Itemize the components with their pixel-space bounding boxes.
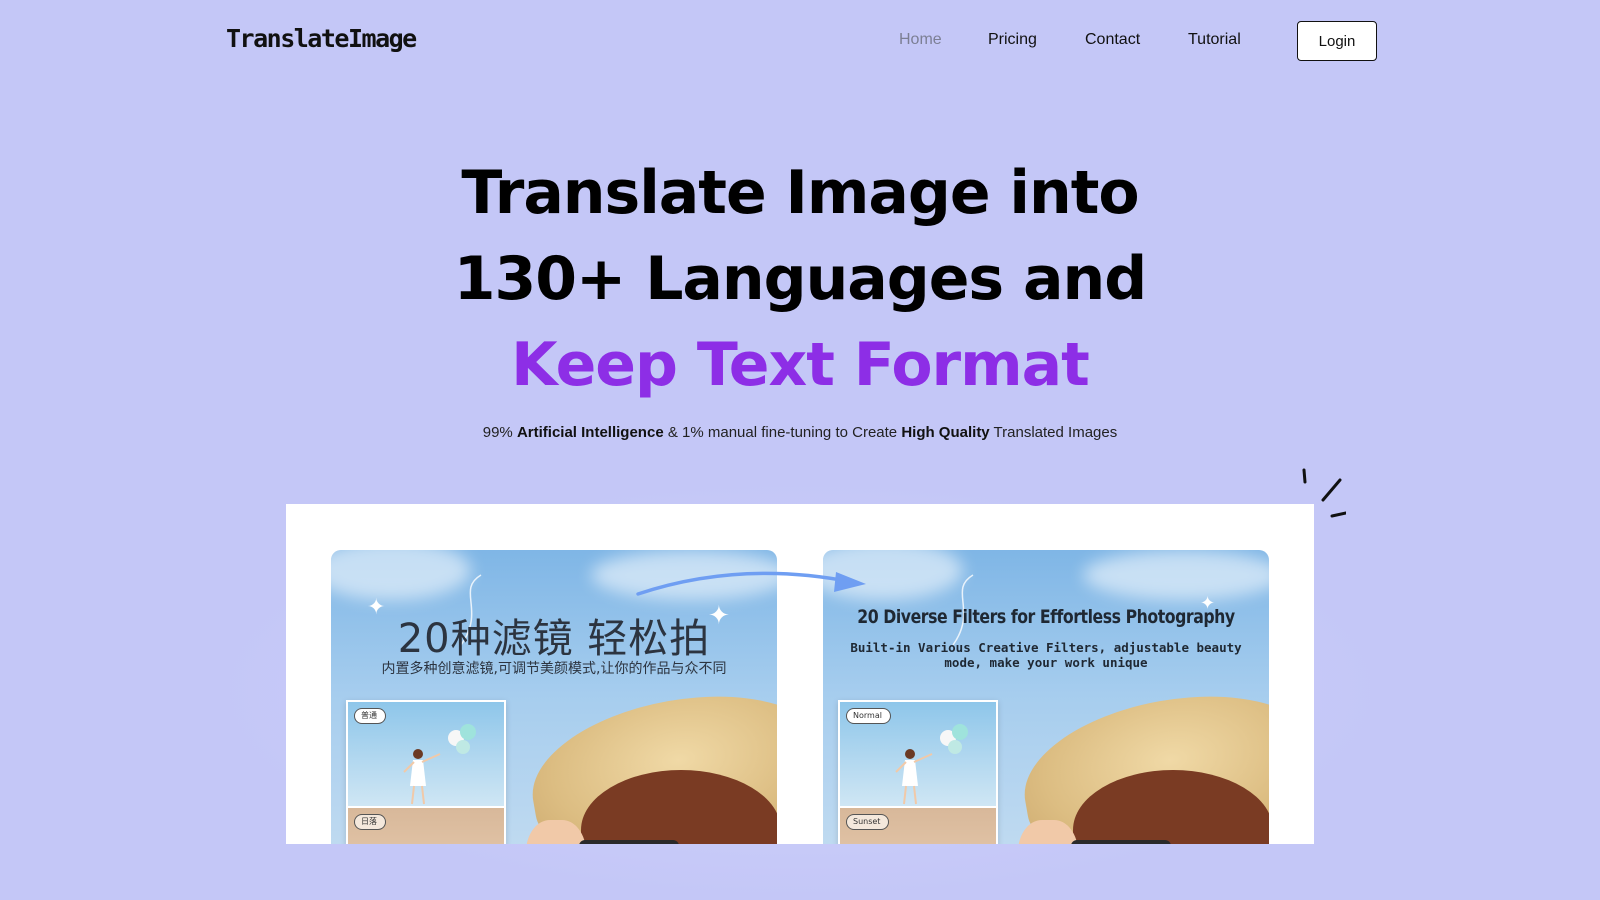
filter-tag-sunset: 日落 — [354, 814, 386, 830]
translated-image-panel: ✦ 20 Diverse Filters for Effortless Phot… — [823, 550, 1269, 844]
filter-tag-normal: 普通 — [354, 708, 386, 724]
filter-tag-sunset: Sunset — [846, 814, 890, 830]
subtitle-text: Translated Images — [989, 424, 1118, 441]
nav-home[interactable]: Home — [899, 31, 942, 49]
hero-title-line-2: 130+ Languages and — [453, 244, 1147, 314]
nav-pricing[interactable]: Pricing — [988, 31, 1037, 49]
login-button[interactable]: Login — [1297, 21, 1377, 61]
subtitle-text: & 1% manual fine-tuning to Create — [663, 424, 902, 441]
filter-preview-thumbnail: Normal Sunset — [838, 700, 998, 844]
girl-figure-icon — [403, 749, 441, 805]
original-title: 20种滤镜 轻松拍 — [397, 616, 711, 662]
camera-icon — [1071, 840, 1171, 844]
hero: Translate Image into 130+ Languages and … — [0, 150, 1600, 408]
translated-subtitle: Built-in Various Creative Filters, adjus… — [850, 640, 1242, 670]
subtitle-highlight-ai: Artificial Intelligence — [516, 424, 664, 441]
girl-figure-icon — [895, 749, 933, 805]
nav-tutorial[interactable]: Tutorial — [1188, 31, 1241, 49]
hero-title-accent: Keep Text Format — [511, 330, 1090, 400]
translation-showcase: ✦ ✦ 20种滤镜 轻松拍 内置多种创意滤镜,可调节美颜模式,让你的作品与众不同… — [286, 504, 1314, 844]
subtitle-text: 99% — [482, 424, 517, 441]
filter-preview-thumbnail: 普通 日落 — [346, 700, 506, 844]
subtitle-highlight-quality: High Quality — [901, 424, 990, 441]
filter-tag-normal: Normal — [846, 708, 891, 724]
arrow-right-icon — [636, 571, 866, 596]
translated-title: 20 Diverse Filters for Effortless Photog… — [857, 606, 1235, 628]
camera-icon — [579, 840, 679, 844]
original-subtitle: 内置多种创意滤镜,可调节美颜模式,让你的作品与众不同 — [381, 661, 727, 677]
hero-title-line-1: Translate Image into — [461, 158, 1139, 228]
nav-contact[interactable]: Contact — [1085, 31, 1140, 49]
hero-subtitle: 99% Artificial Intelligence & 1% manual … — [0, 424, 1600, 441]
